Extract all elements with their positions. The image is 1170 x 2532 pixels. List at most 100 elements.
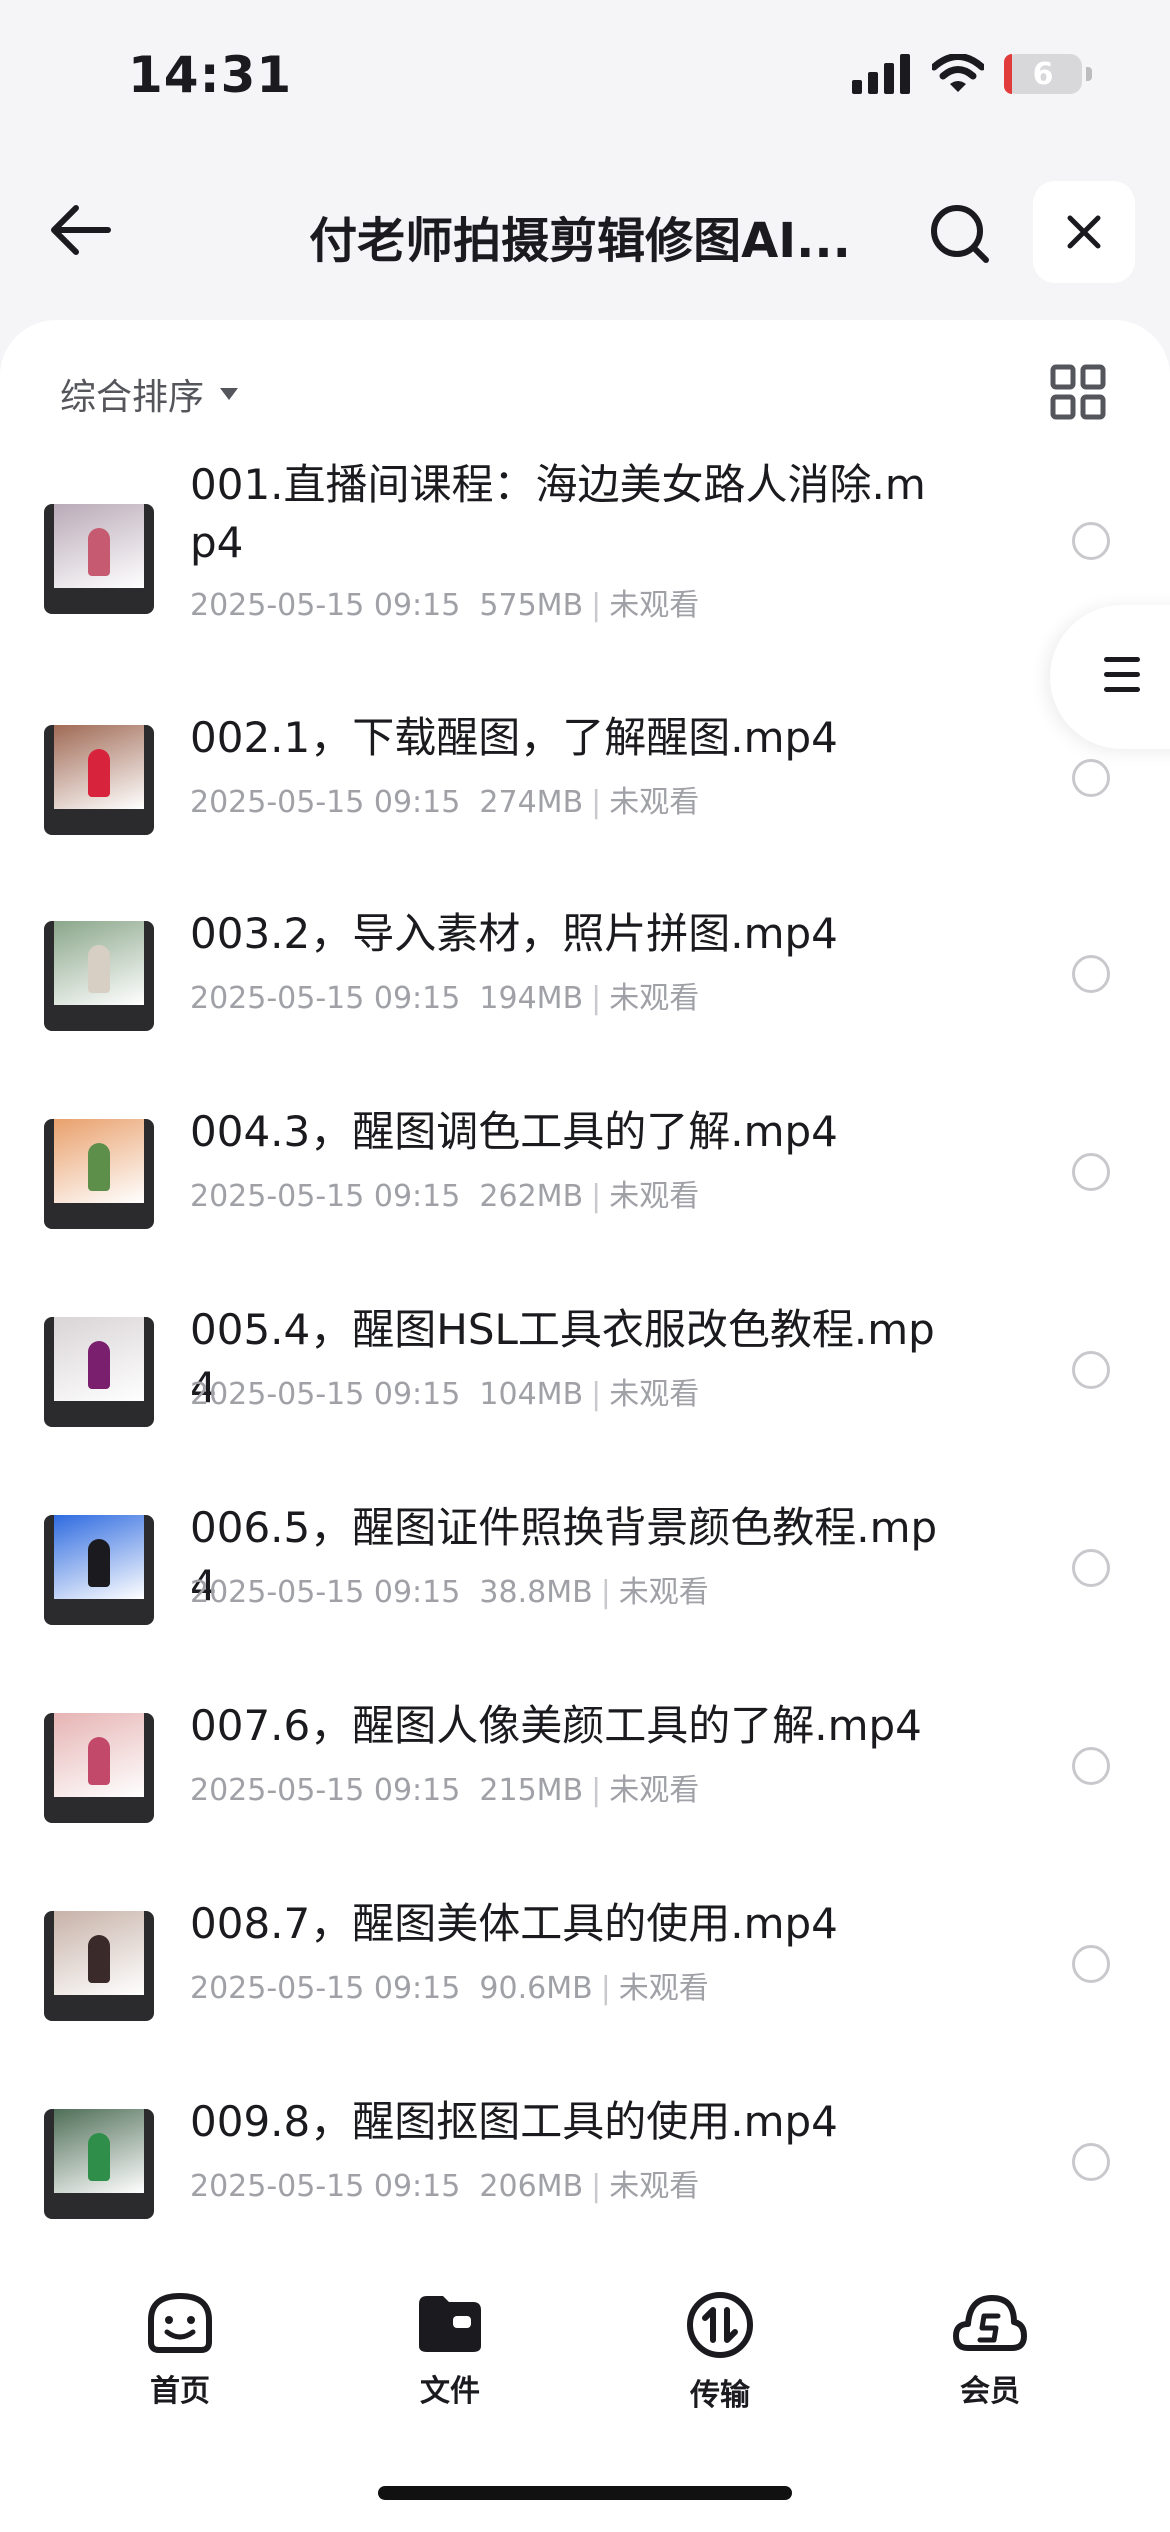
bottom-tab-bar: 首页 文件 传输 会员	[0, 2250, 1170, 2430]
thumbnail-toolbar	[54, 1599, 144, 1625]
file-meta: 2025-05-15 09:15 274MB | 未观看	[190, 777, 950, 821]
video-thumbnail	[44, 725, 154, 835]
video-thumbnail	[44, 1317, 154, 1427]
status-bar: 14:31 6	[0, 0, 1170, 150]
file-date: 2025-05-15 09:15	[190, 1971, 461, 2006]
status-time: 14:31	[128, 46, 293, 104]
list-item[interactable]: 001.直播间课程：海边美女路人消除.mp4 2025-05-15 09:15 …	[0, 450, 1170, 640]
list-item[interactable]: 008.7，醒图美体工具的使用.mp4 2025-05-15 09:15 90.…	[0, 1873, 1170, 2043]
file-date: 2025-05-15 09:15	[190, 1179, 461, 1214]
thumbnail-toolbar	[54, 1203, 144, 1229]
page-title: 付老师拍摄剪辑修图AI...	[309, 213, 851, 269]
thumbnail-subject	[88, 1143, 110, 1192]
list-item[interactable]: 009.8，醒图抠图工具的使用.mp4 2025-05-15 09:15 206…	[0, 2071, 1170, 2241]
select-radio[interactable]	[1072, 2143, 1110, 2181]
file-date: 2025-05-15 09:15	[190, 1575, 461, 1610]
search-icon	[931, 205, 989, 263]
list-item[interactable]: 003.2，导入素材，照片拼图.mp4 2025-05-15 09:15 194…	[0, 883, 1170, 1053]
select-radio[interactable]	[1072, 1351, 1110, 1389]
watch-status: 未观看	[609, 1179, 700, 1214]
list-item[interactable]: 007.6，醒图人像美颜工具的了解.mp4 2025-05-15 09:15 2…	[0, 1675, 1170, 1845]
select-radio[interactable]	[1072, 759, 1110, 797]
thumbnail-toolbar	[54, 2193, 144, 2219]
file-name: 009.8，醒图抠图工具的使用.mp4	[190, 2097, 838, 2146]
tab-label: 会员	[960, 2374, 1020, 2409]
tab-home[interactable]: 首页	[90, 2290, 270, 2430]
watch-status: 未观看	[609, 2169, 700, 2204]
tab-member[interactable]: 会员	[900, 2290, 1080, 2430]
watch-status: 未观看	[618, 1575, 709, 1610]
list-item[interactable]: 004.3，醒图调色工具的了解.mp4 2025-05-15 09:15 262…	[0, 1081, 1170, 1251]
thumbnail-subject	[88, 2133, 110, 2182]
watch-status: 未观看	[609, 785, 700, 820]
menu-icon	[1104, 657, 1140, 702]
list-item[interactable]: 005.4，醒图HSL工具衣服改色教程.mp4 2025-05-15 09:15…	[0, 1279, 1170, 1449]
battery-tip	[1086, 67, 1092, 81]
thumbnail-subject	[88, 749, 110, 798]
thumbnail-toolbar	[54, 1797, 144, 1823]
close-button[interactable]	[1033, 181, 1135, 283]
search-button[interactable]	[925, 199, 995, 269]
grid-view-button[interactable]	[1050, 364, 1106, 420]
meta-divider: |	[591, 588, 602, 623]
thumbnail-subject	[88, 945, 110, 994]
back-button[interactable]	[40, 195, 120, 265]
meta-divider: |	[591, 1179, 602, 1214]
meta-divider: |	[591, 981, 602, 1016]
select-radio[interactable]	[1072, 1549, 1110, 1587]
watch-status: 未观看	[609, 981, 700, 1016]
member-cloud-icon	[953, 2295, 1027, 2351]
meta-divider: |	[591, 2169, 602, 2204]
thumbnail-subject	[88, 1341, 110, 1390]
file-meta: 2025-05-15 09:15 262MB | 未观看	[190, 1171, 950, 1215]
tab-files[interactable]: 文件	[360, 2290, 540, 2430]
watch-status: 未观看	[609, 1377, 700, 1412]
file-size: 104MB	[479, 1377, 584, 1412]
sort-dropdown[interactable]: 综合排序	[60, 364, 240, 424]
meta-divider: |	[600, 1575, 611, 1610]
thumbnail-toolbar	[54, 1005, 144, 1031]
file-size: 90.6MB	[479, 1971, 593, 2006]
file-date: 2025-05-15 09:15	[190, 981, 461, 1016]
video-thumbnail	[44, 1911, 154, 2021]
tab-transfer[interactable]: 传输	[630, 2290, 810, 2430]
list-item[interactable]: 002.1，下载醒图，了解醒图.mp4 2025-05-15 09:15 274…	[0, 687, 1170, 857]
select-radio[interactable]	[1072, 1747, 1110, 1785]
select-radio[interactable]	[1072, 522, 1110, 560]
file-sheet: 综合排序 001.直播间课程：海边美女路人消除.mp4 2025-05-15 0…	[0, 320, 1170, 2532]
file-date: 2025-05-15 09:15	[190, 2169, 461, 2204]
file-name: 001.直播间课程：海边美女路人消除.mp4	[190, 460, 926, 567]
file-meta: 2025-05-15 09:15 38.8MB | 未观看	[190, 1567, 950, 1611]
meta-divider: |	[600, 1971, 611, 2006]
thumbnail-subject	[88, 1935, 110, 1984]
thumbnail-subject	[88, 528, 110, 577]
meta-divider: |	[591, 1377, 602, 1412]
select-radio[interactable]	[1072, 955, 1110, 993]
file-size: 215MB	[479, 1773, 584, 1808]
file-meta: 2025-05-15 09:15 575MB | 未观看	[190, 580, 950, 624]
video-thumbnail	[44, 1515, 154, 1625]
file-name: 008.7，醒图美体工具的使用.mp4	[190, 1899, 838, 1948]
file-meta: 2025-05-15 09:15 215MB | 未观看	[190, 1765, 950, 1809]
sort-label: 综合排序	[60, 377, 205, 418]
select-radio[interactable]	[1072, 1153, 1110, 1191]
thumbnail-toolbar	[54, 588, 144, 614]
list-item[interactable]: 006.5，醒图证件照换背景颜色教程.mp4 2025-05-15 09:15 …	[0, 1477, 1170, 1647]
watch-status: 未观看	[618, 1971, 709, 2006]
thumbnail-subject	[88, 1737, 110, 1786]
select-radio[interactable]	[1072, 1945, 1110, 1983]
file-meta: 2025-05-15 09:15 104MB | 未观看	[190, 1369, 950, 1413]
thumbnail-toolbar	[54, 1401, 144, 1427]
nav-bar: 付老师拍摄剪辑修图AI...	[0, 165, 1170, 295]
video-thumbnail	[44, 2109, 154, 2219]
watch-status: 未观看	[609, 1773, 700, 1808]
video-thumbnail	[44, 921, 154, 1031]
file-date: 2025-05-15 09:15	[190, 1377, 461, 1412]
file-date: 2025-05-15 09:15	[190, 588, 461, 623]
tab-label: 文件	[420, 2374, 480, 2409]
battery-level: 6	[1032, 56, 1054, 92]
cellular-signal-icon	[852, 54, 910, 94]
file-size: 262MB	[479, 1179, 584, 1214]
file-size: 575MB	[479, 588, 584, 623]
file-date: 2025-05-15 09:15	[190, 1773, 461, 1808]
